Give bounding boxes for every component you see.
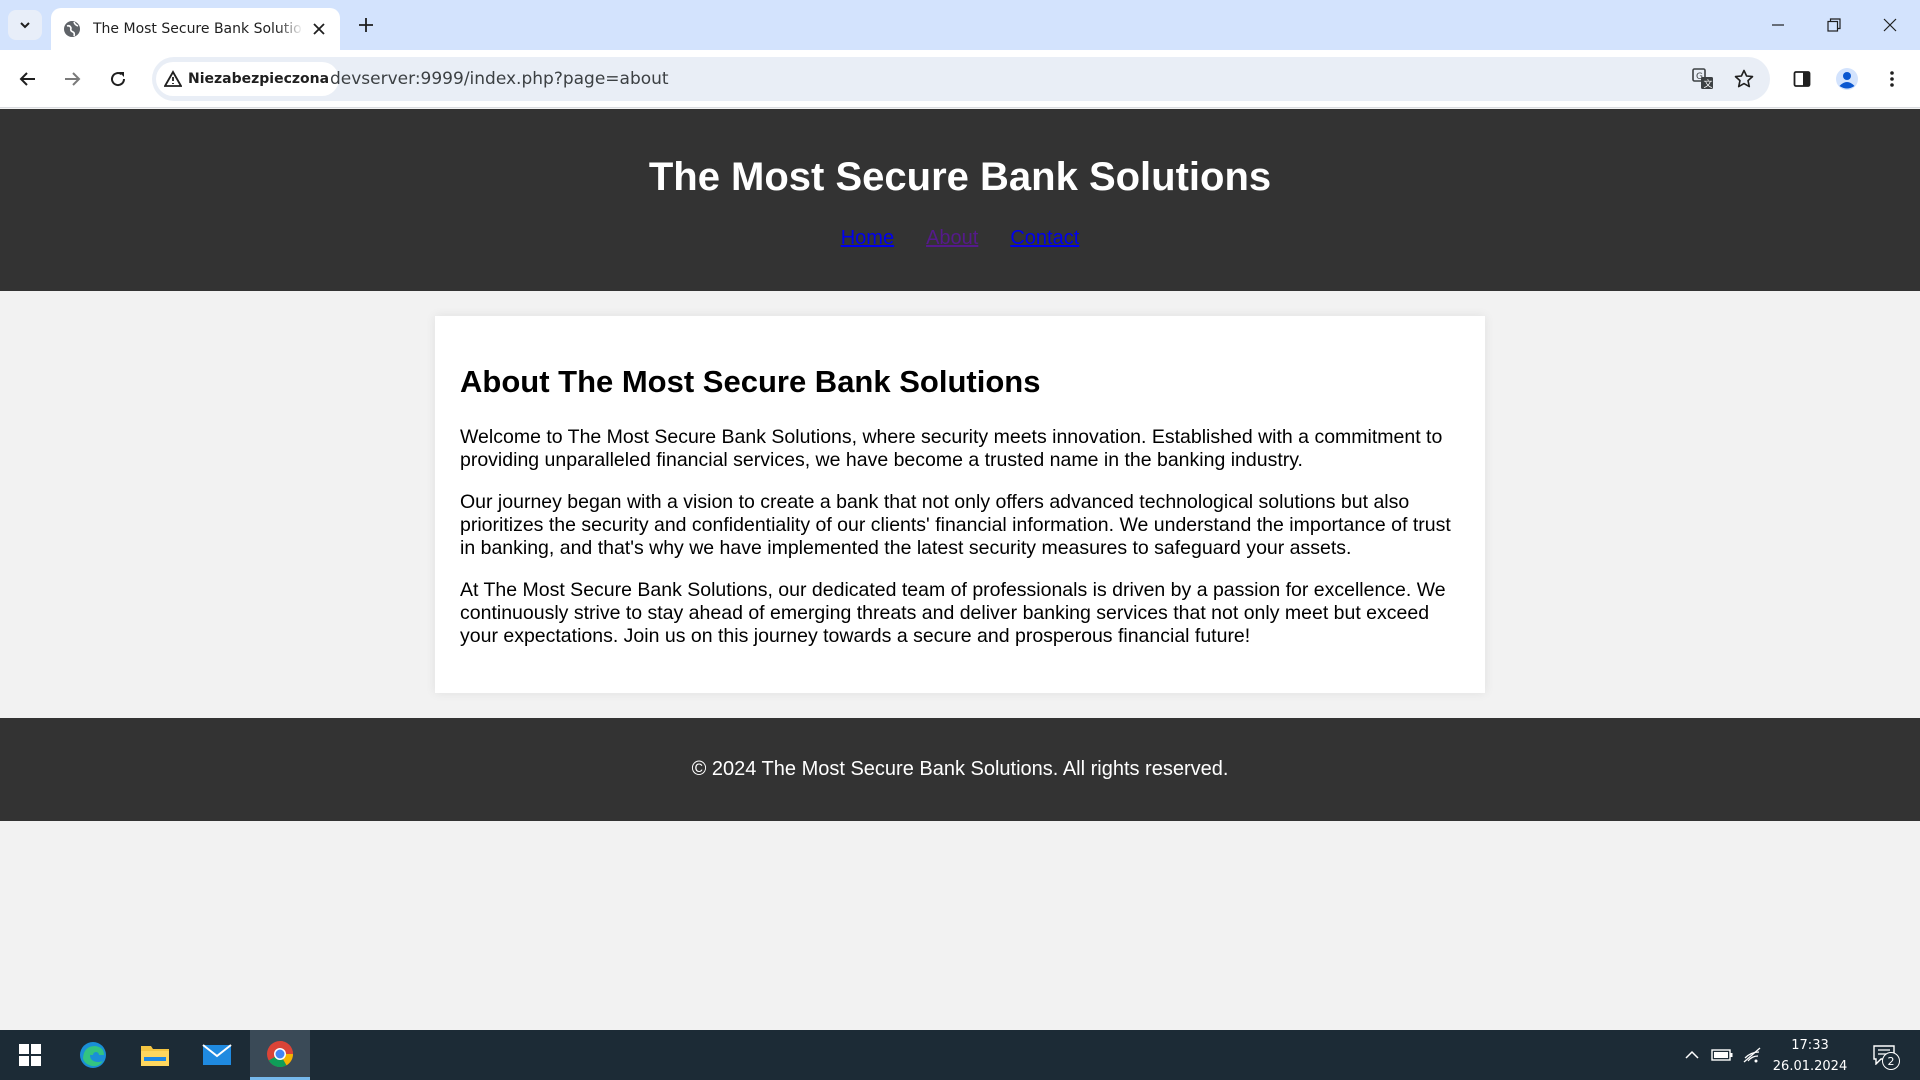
site-footer: © 2024 The Most Secure Bank Solutions. A… xyxy=(0,718,1920,821)
globe-icon xyxy=(64,21,80,37)
arrow-left-icon xyxy=(19,72,35,86)
edge-icon xyxy=(80,1042,106,1068)
minimize-icon xyxy=(1772,24,1784,26)
security-label: Niezabezpieczona xyxy=(188,71,330,87)
about-section: About The Most Secure Bank Solutions Wel… xyxy=(435,316,1485,693)
folder-icon xyxy=(141,1046,169,1066)
tab-close-button[interactable] xyxy=(310,20,328,38)
about-paragraph: Welcome to The Most Secure Bank Solution… xyxy=(460,426,1443,471)
tab-search-button[interactable] xyxy=(8,10,42,40)
star-icon xyxy=(1734,69,1754,88)
footer-copyright: © 2024 The Most Secure Bank Solutions. A… xyxy=(691,758,1229,780)
about-heading: About The Most Secure Bank Solutions xyxy=(460,364,1041,399)
plus-icon xyxy=(359,18,373,32)
back-button[interactable] xyxy=(12,63,44,95)
start-button[interactable] xyxy=(0,1030,60,1080)
tray-battery[interactable] xyxy=(1710,1043,1734,1067)
site-nav: Home About Contact xyxy=(0,227,1920,250)
wifi-icon xyxy=(1743,1047,1761,1063)
restore-button[interactable] xyxy=(1806,0,1862,50)
minimize-button[interactable] xyxy=(1750,0,1806,50)
taskbar: 17:33 26.01.2024 2 xyxy=(0,1030,1920,1080)
site-header: The Most Secure Bank Solutions Home Abou… xyxy=(0,109,1920,291)
chevron-up-icon xyxy=(1685,1050,1699,1059)
battery-icon xyxy=(1711,1049,1733,1061)
browser-tabstrip: The Most Secure Bank Solutions xyxy=(0,0,1920,50)
clock-date: 26.01.2024 xyxy=(1772,1059,1848,1074)
about-paragraph: Our journey began with a vision to creat… xyxy=(460,491,1451,559)
browser-tab-active[interactable]: The Most Secure Bank Solutions xyxy=(51,8,340,50)
close-icon xyxy=(313,23,325,35)
address-bar[interactable]: Niezabezpieczona devserver:9999/index.ph… xyxy=(152,57,1770,101)
taskbar-chrome[interactable] xyxy=(250,1030,310,1080)
avatar-icon xyxy=(1836,68,1858,90)
tray-overflow-button[interactable] xyxy=(1680,1043,1704,1067)
restore-icon xyxy=(1827,18,1841,32)
warning-icon xyxy=(164,70,182,87)
taskbar-edge[interactable] xyxy=(63,1030,123,1080)
arrow-right-icon xyxy=(65,72,81,86)
svg-text:文: 文 xyxy=(1704,78,1713,90)
chrome-icon xyxy=(267,1040,294,1067)
close-icon xyxy=(1883,18,1897,32)
windows-logo-icon xyxy=(19,1044,41,1066)
profile-button[interactable] xyxy=(1831,63,1863,95)
close-window-button[interactable] xyxy=(1862,0,1918,50)
about-paragraph: At The Most Secure Bank Solutions, our d… xyxy=(460,579,1446,647)
clock-time: 17:33 xyxy=(1791,1038,1829,1053)
nav-link-contact[interactable]: Contact xyxy=(1010,227,1079,250)
mail-icon xyxy=(202,1044,232,1065)
more-vertical-icon xyxy=(1890,71,1894,87)
translate-button[interactable]: G文 xyxy=(1691,67,1715,91)
site-title: The Most Secure Bank Solutions xyxy=(648,155,1272,199)
url-text[interactable]: devserver:9999/index.php?page=about xyxy=(330,69,669,89)
reload-button[interactable] xyxy=(102,63,134,95)
nav-link-home[interactable]: Home xyxy=(841,227,894,250)
new-tab-button[interactable] xyxy=(354,13,378,37)
forward-button[interactable] xyxy=(56,63,88,95)
browser-menu-button[interactable] xyxy=(1876,63,1908,95)
security-indicator[interactable]: Niezabezpieczona xyxy=(156,62,340,96)
browser-toolbar: Niezabezpieczona devserver:9999/index.ph… xyxy=(0,50,1920,108)
reload-icon xyxy=(111,72,126,87)
nav-link-about[interactable]: About xyxy=(926,227,978,250)
bookmark-button[interactable] xyxy=(1732,67,1756,91)
notification-center-button[interactable]: 2 xyxy=(1864,1040,1904,1070)
notification-count-badge: 2 xyxy=(1882,1052,1900,1070)
taskbar-file-explorer[interactable] xyxy=(125,1030,185,1080)
chevron-down-icon xyxy=(20,22,30,29)
translate-icon: G文 xyxy=(1692,68,1713,90)
tab-title: The Most Secure Bank Solutions xyxy=(93,21,303,37)
side-panel-button[interactable] xyxy=(1786,63,1818,95)
taskbar-mail[interactable] xyxy=(187,1030,247,1080)
side-panel-icon xyxy=(1793,71,1811,87)
taskbar-clock[interactable]: 17:33 26.01.2024 xyxy=(1760,1035,1860,1077)
